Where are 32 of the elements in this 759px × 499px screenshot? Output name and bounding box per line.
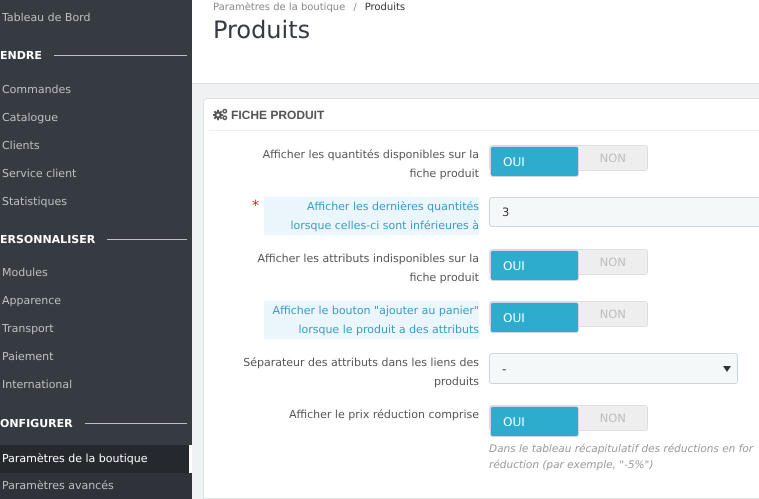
input-field[interactable]: 3 xyxy=(489,197,759,227)
required-asterisk: * xyxy=(252,197,259,216)
sidebar-item[interactable]: Paiement xyxy=(0,343,192,372)
panel-title: FICHE PRODUIT xyxy=(231,108,324,122)
sidebar-item[interactable]: Service client xyxy=(0,160,192,188)
field-label: Afficher les quantités disponibles sur la fiche produit xyxy=(262,147,479,182)
sidebar-item[interactable]: Transport xyxy=(0,315,192,344)
help-text: Dans le tableau récapitulatif des réductions en for xyxy=(489,442,754,457)
dropdown[interactable]: - xyxy=(489,353,738,384)
sidebar-item[interactable]: Paramètres de la boutique xyxy=(0,445,192,474)
sidebar-section-title: ERSONNALISER xyxy=(0,233,96,246)
field-label: Afficher le prix réduction comprise xyxy=(288,407,479,423)
caret-icon xyxy=(723,366,731,372)
sidebar-item[interactable]: Catalogue xyxy=(0,104,192,132)
sidebar-item[interactable]: Statistiques xyxy=(0,188,192,216)
breadcrumb-item: Produits xyxy=(364,1,406,14)
help-text: réduction (par exemple, "-5%") xyxy=(489,458,654,473)
sidebar-section-title: ENDRE xyxy=(0,49,42,62)
breadcrumb-item[interactable]: Paramètres de la boutique xyxy=(213,1,346,14)
sidebar-item[interactable]: Tableau de Bord xyxy=(0,4,192,32)
field-label: Séparateur des attributs dans les liens des produits xyxy=(242,355,479,390)
breadcrumb-item: / xyxy=(353,1,357,14)
page-title: Produits xyxy=(213,16,312,44)
sidebar-item[interactable]: Modules xyxy=(0,259,192,288)
field-label: Afficher les attributs indisponibles sur la fiche produit xyxy=(256,251,479,286)
sidebar-section-title: ONFIGURER xyxy=(0,416,73,430)
sidebar-item[interactable]: Clients xyxy=(0,132,192,160)
gears-icon xyxy=(213,108,228,121)
sidebar-item[interactable]: Commandes xyxy=(0,76,192,104)
sidebar-item[interactable]: International xyxy=(0,371,192,400)
sidebar-item[interactable]: Apparence xyxy=(0,287,192,316)
sidebar-item[interactable]: Paramètres avancés xyxy=(0,473,192,499)
